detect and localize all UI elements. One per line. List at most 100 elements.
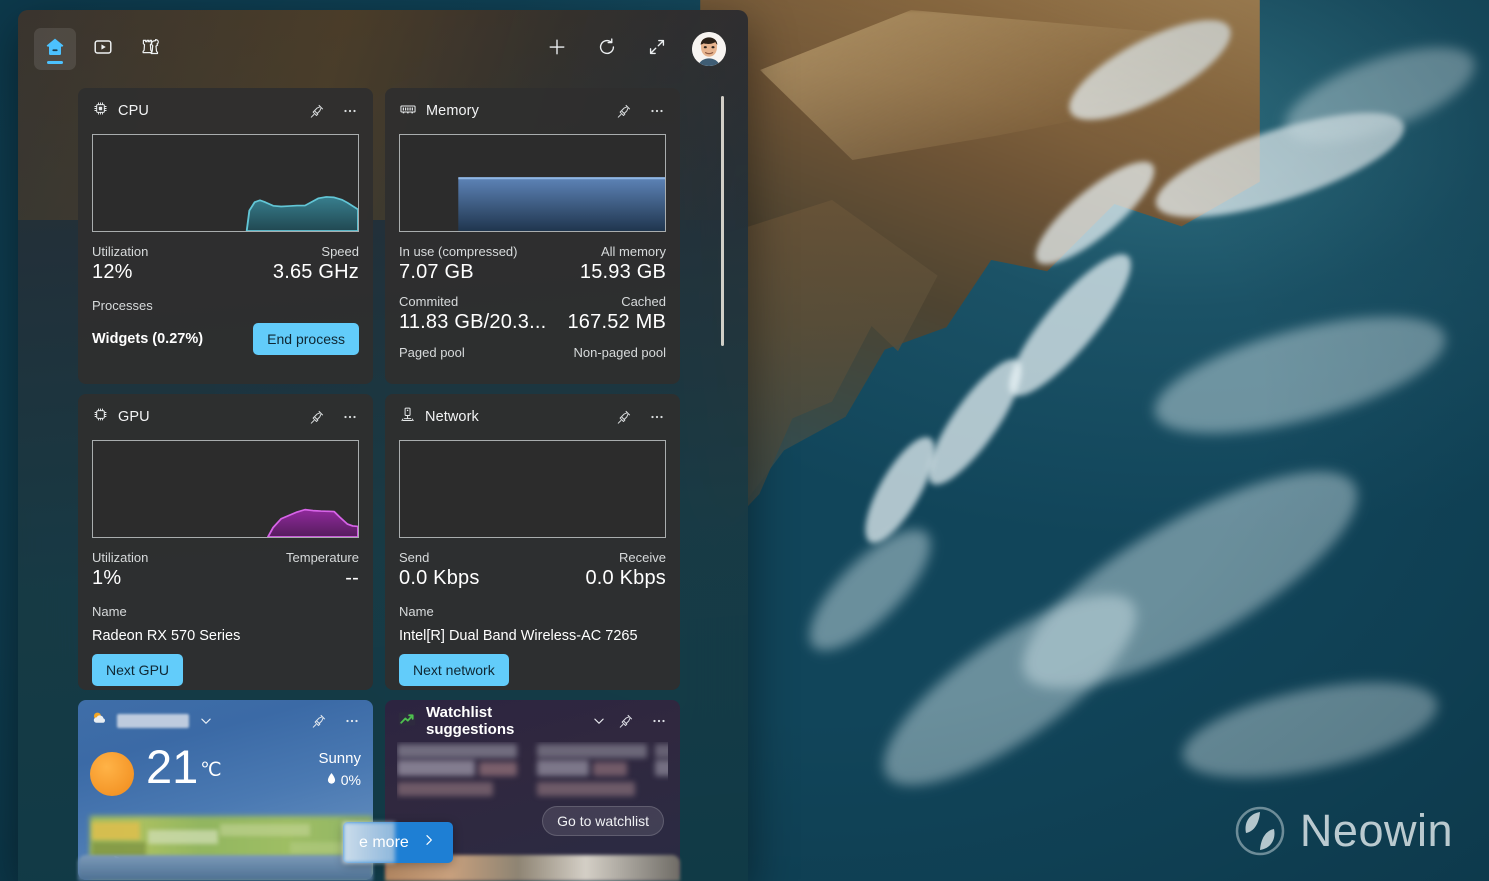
widgets-toolbar	[542, 32, 726, 66]
widget-card-weather[interactable]: 21 ℃ Sunny 0% ☽	[78, 700, 373, 880]
chevron-down-icon[interactable]	[590, 712, 608, 730]
panel-scrollbar[interactable]	[721, 96, 724, 346]
gpu-chip-icon	[92, 406, 109, 428]
weather-current: 21 ℃ Sunny 0%	[90, 743, 361, 796]
refresh-icon	[596, 36, 618, 63]
water-drop-icon	[326, 772, 337, 788]
widget-card-network[interactable]: Network Send Receive 0.0 Kbps 0.0 Kbps N…	[385, 394, 680, 690]
memory-usage-chart	[399, 134, 666, 232]
network-receive-value: 0.0 Kbps	[585, 567, 666, 589]
widget-card-gpu[interactable]: GPU Utilization Temperature 1% -- Name R…	[78, 394, 373, 690]
ellipsis-icon[interactable]	[648, 102, 666, 120]
stocks-trending-up-icon	[397, 709, 417, 734]
nav-home-button[interactable]	[34, 28, 76, 70]
network-name-value: Intel[R] Dual Band Wireless-AC 7265	[399, 628, 638, 644]
end-process-button[interactable]: End process	[253, 323, 359, 355]
expand-button[interactable]	[642, 34, 672, 64]
refresh-button[interactable]	[592, 34, 622, 64]
next-network-button[interactable]: Next network	[399, 654, 509, 686]
cpu-utilization-label: Utilization	[92, 244, 149, 259]
widget-card-cpu[interactable]: CPU Utilization Speed 12% 3.65 GHz Proce…	[78, 88, 373, 384]
pin-icon[interactable]	[308, 103, 325, 120]
memory-row2-values: 11.83 GB/20.3... 167.52 MB	[399, 311, 666, 334]
video-play-icon	[92, 36, 114, 63]
gpu-card-actions	[308, 408, 359, 426]
screen: Neowin CPU Utilization Speed 12% 3.65 GH…	[0, 0, 1489, 881]
cpu-card-header: CPU	[92, 100, 359, 122]
cpu-usage-chart	[92, 134, 359, 232]
add-widget-button[interactable]	[542, 34, 572, 64]
weather-precipitation: 0%	[318, 772, 361, 788]
weather-condition-block: Sunny 0%	[318, 744, 361, 788]
widget-card-memory[interactable]: Memory In use (compressed) All memory 7.…	[385, 88, 680, 384]
weather-unit: ℃	[200, 760, 222, 781]
gpu-name-label: Name	[92, 604, 127, 619]
network-name-label: Name	[399, 604, 434, 619]
nav-gaming-button[interactable]	[130, 28, 172, 70]
ellipsis-icon[interactable]	[341, 102, 359, 120]
memory-stick-icon	[399, 100, 417, 123]
pin-icon[interactable]	[615, 103, 632, 120]
ellipsis-icon[interactable]	[343, 712, 361, 730]
memory-card-actions	[615, 102, 666, 120]
memory-row1-labels: In use (compressed) All memory	[399, 244, 666, 259]
memory-paged-pool-label: Paged pool	[399, 345, 465, 360]
network-card-title: Network	[425, 409, 479, 425]
weather-forecast-redacted	[90, 816, 373, 880]
see-more-label: e more	[359, 833, 409, 851]
weather-condition: Sunny	[318, 750, 361, 767]
gpu-utilization-label: Utilization	[92, 550, 149, 565]
see-more-button[interactable]: e more	[343, 822, 453, 863]
watchlist-card-header: Watchlist suggestions	[397, 704, 668, 738]
memory-card-header: Memory	[399, 100, 666, 122]
go-to-watchlist-button[interactable]: Go to watchlist	[542, 806, 664, 836]
gpu-temperature-label: Temperature	[286, 550, 359, 565]
pin-icon[interactable]	[617, 713, 634, 730]
pin-icon[interactable]	[615, 409, 632, 426]
cpu-stat-labels: Utilization Speed	[92, 244, 359, 259]
cpu-processes-label: Processes	[92, 298, 153, 313]
memory-inuse-value: 7.07 GB	[399, 261, 474, 283]
gpu-name-value: Radeon RX 570 Series	[92, 628, 241, 644]
nav-video-button[interactable]	[82, 28, 124, 70]
network-stat-labels: Send Receive	[399, 550, 666, 565]
ellipsis-icon[interactable]	[650, 712, 668, 730]
chevron-down-icon[interactable]	[197, 712, 215, 730]
chevron-right-icon	[421, 832, 437, 853]
ellipsis-icon[interactable]	[648, 408, 666, 426]
network-send-label: Send	[399, 550, 430, 565]
memory-committed-label: Commited	[399, 294, 459, 309]
home-icon	[43, 35, 67, 64]
gpu-card-header: GPU	[92, 406, 359, 428]
memory-row2-labels: Commited Cached	[399, 294, 666, 309]
widgets-scroll-area[interactable]: CPU Utilization Speed 12% 3.65 GHz Proce…	[18, 88, 748, 881]
gpu-stat-labels: Utilization Temperature	[92, 550, 359, 565]
gpu-card-title: GPU	[118, 409, 150, 425]
watchlist-card-actions	[617, 712, 668, 730]
cpu-top-process-name: Widgets (0.27%)	[92, 331, 204, 347]
cpu-chip-icon	[92, 100, 109, 122]
plus-icon	[546, 36, 568, 63]
gpu-temperature-value: --	[345, 567, 359, 589]
next-gpu-button[interactable]: Next GPU	[92, 654, 184, 686]
pin-icon[interactable]	[308, 409, 325, 426]
gpu-action-row: Next GPU	[92, 654, 359, 686]
neowin-wordmark: Neowin	[1299, 805, 1453, 856]
memory-card-title: Memory	[426, 103, 479, 119]
weather-location-redacted	[117, 714, 189, 728]
memory-cached-value: 167.52 MB	[567, 311, 666, 333]
cpu-card-actions	[308, 102, 359, 120]
weather-precipitation-value: 0%	[340, 772, 361, 788]
weather-card-header	[90, 710, 361, 732]
watchlist-card-title: Watchlist suggestions	[426, 704, 515, 738]
memory-row1-values: 7.07 GB 15.93 GB	[399, 261, 666, 284]
ellipsis-icon[interactable]	[341, 408, 359, 426]
memory-committed-value: 11.83 GB/20.3...	[399, 311, 547, 333]
memory-cached-label: Cached	[621, 294, 666, 309]
cpu-top-process-row: Widgets (0.27%) End process	[92, 323, 359, 355]
weather-card-actions	[310, 712, 361, 730]
pin-icon[interactable]	[310, 713, 327, 730]
memory-nonpaged-pool-label: Non-paged pool	[573, 345, 666, 360]
account-avatar[interactable]	[692, 32, 726, 66]
widgets-nav	[34, 28, 172, 70]
